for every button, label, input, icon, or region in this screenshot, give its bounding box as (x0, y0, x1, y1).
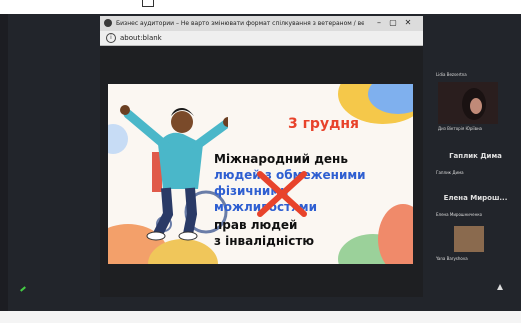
presentation-slide: 3 грудня Міжнародний день людей з обмеже… (108, 84, 413, 264)
title-bar[interactable]: Бизнес аудитории – Не варто змінювати фо… (100, 16, 423, 31)
favicon-icon (104, 19, 112, 27)
participant-list: Lidia Bezsertna Диз Вiкторiя Юрiївна Гап… (430, 40, 521, 290)
participant-video (454, 226, 484, 252)
window-title: Бизнес аудитории – Не варто змінювати фо… (116, 20, 364, 27)
restore-icon[interactable]: ▢ (388, 18, 398, 28)
participant-name: Гаплик Дима (436, 170, 464, 175)
mouse-cursor-icon (497, 284, 503, 290)
minimize-icon[interactable]: – (374, 18, 384, 28)
slide-title-line-6: з інвалідністю (214, 234, 314, 248)
laptop-top-bezel (0, 0, 521, 14)
participant-name: Елена Мирошниченко (436, 212, 483, 217)
popup-window[interactable]: Бизнес аудитории – Не варто змінювати фо… (100, 16, 423, 297)
slide-title-line-5: прав людей (214, 218, 298, 232)
participant-name: Yana Baryshova (436, 256, 468, 261)
participant-video (438, 82, 498, 124)
slide-date: 3 грудня (288, 116, 360, 132)
participant-name: Диз Вiкторiя Юрiївна (438, 126, 483, 131)
participant-video-image (438, 82, 498, 124)
decor-blob (378, 204, 413, 264)
laptop-bottom-bezel (0, 311, 521, 323)
participant-name: Lidia Bezsertna (436, 72, 467, 77)
red-cross-mark (257, 171, 307, 217)
info-icon[interactable]: i (106, 33, 116, 43)
participant-name-large: Елена Мирош... (443, 194, 508, 202)
address-url: about:blank (120, 34, 162, 42)
slide-title-line-1: Міжнародний день (214, 152, 348, 166)
camera-notch (142, 0, 154, 7)
person-in-wheelchair-illustration (120, 105, 228, 241)
close-icon[interactable]: ✕ (403, 18, 413, 28)
participant-name-large: Гаплик Дима (449, 152, 502, 160)
address-bar[interactable]: i about:blank (100, 31, 423, 46)
